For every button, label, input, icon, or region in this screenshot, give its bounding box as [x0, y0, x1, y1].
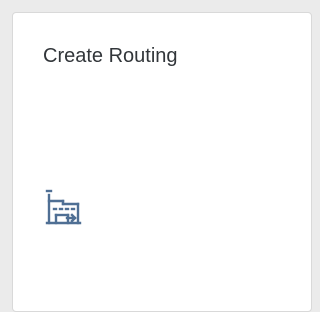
- tile-title: Create Routing: [43, 45, 178, 67]
- factory-icon: [42, 187, 82, 227]
- create-routing-tile[interactable]: Create Routing: [12, 12, 312, 312]
